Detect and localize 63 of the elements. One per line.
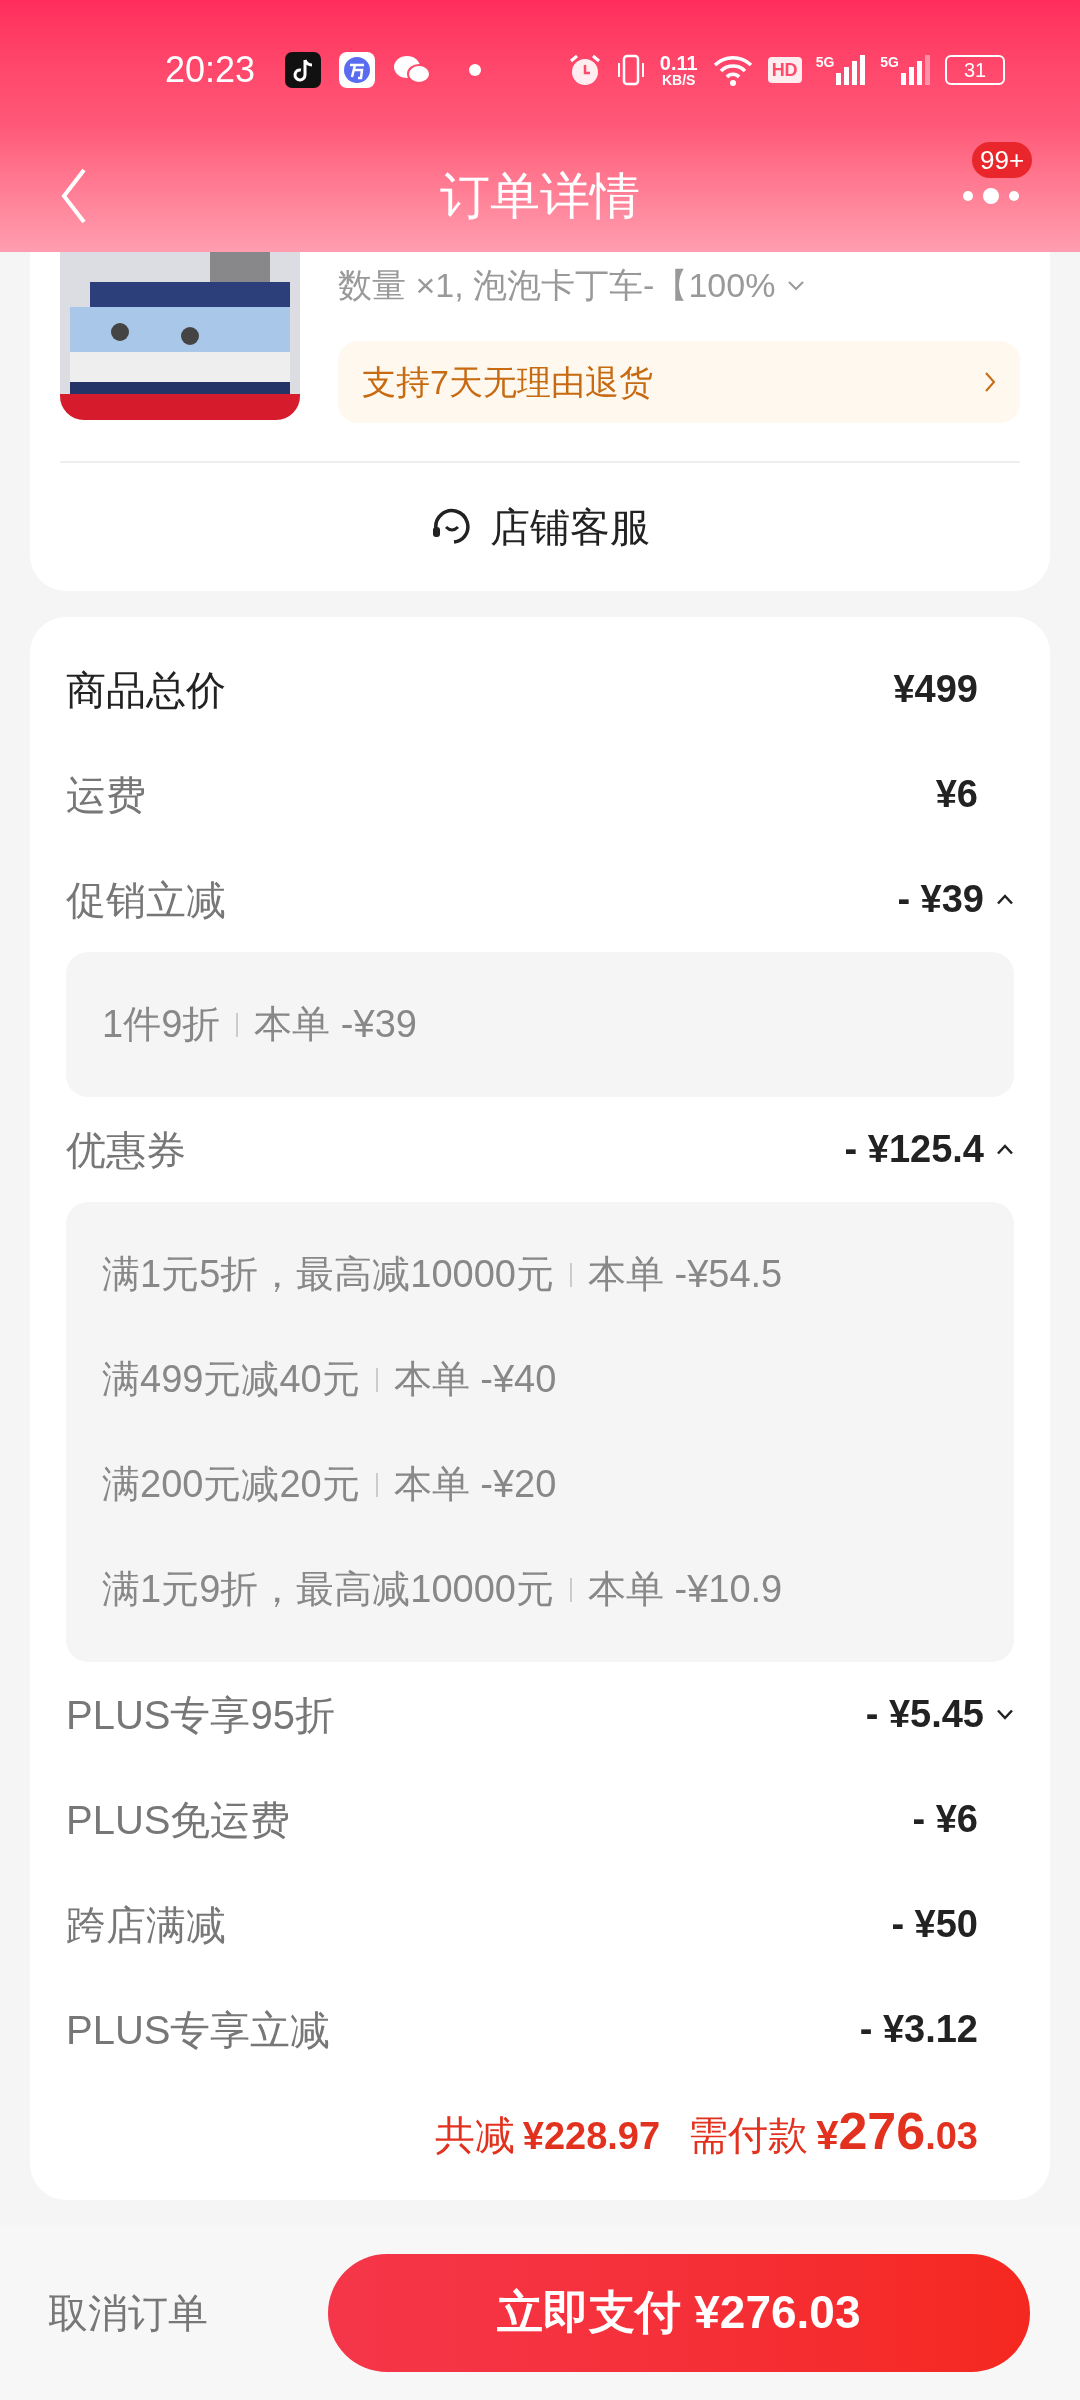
expand-toggle[interactable]: - ¥5.45	[865, 1686, 1014, 1743]
quantity-spec: 数量 ×1, 泡泡卡丁车-【100%	[338, 265, 776, 306]
price-label: 运费	[66, 771, 146, 819]
dot-icon	[469, 64, 482, 76]
price-label: PLUS专享立减	[66, 2006, 331, 2054]
price-label: 促销立减	[66, 876, 226, 924]
caret-icon	[996, 894, 1014, 905]
price-amount: ¥6	[935, 772, 978, 817]
saved-label: 共减	[434, 2112, 515, 2159]
price-label: 优惠券	[66, 1126, 186, 1174]
discount-amount: 本单 -¥10.9	[587, 1567, 783, 1612]
price-amount: - ¥39	[897, 877, 984, 922]
price-label: 商品总价	[66, 666, 226, 714]
expand-toggle[interactable]: - ¥39	[897, 871, 1014, 928]
more-icon[interactable]	[962, 186, 1020, 206]
discount-desc: 1件9折	[102, 1002, 221, 1047]
signal-icon	[901, 55, 931, 85]
chevron-down-icon[interactable]	[787, 279, 806, 292]
app-icon	[339, 52, 376, 88]
price-label: PLUS专享95折	[66, 1691, 335, 1739]
pay-now-button[interactable]: 立即支付 ¥276.03	[328, 2253, 1030, 2372]
discount-desc: 满200元减20元	[102, 1462, 360, 1507]
price-amount: - ¥5.45	[865, 1692, 984, 1737]
discount-desc: 满1元9折，最高减10000元	[102, 1567, 554, 1612]
page-title: 订单详情	[440, 166, 640, 226]
signal-icon	[836, 55, 867, 85]
network-type: 5G	[815, 55, 835, 69]
price-label: PLUS免运费	[66, 1796, 291, 1844]
price-amount: ¥499	[893, 667, 978, 712]
expand-toggle[interactable]: - ¥125.4	[844, 1121, 1014, 1178]
cancel-order-link[interactable]: 取消订单	[48, 2282, 208, 2343]
discount-amount: 本单 -¥40	[393, 1357, 557, 1402]
price-amount: - ¥3.12	[859, 2007, 978, 2052]
payable-amount: ¥276.03	[816, 2101, 978, 2162]
discount-desc: 满1元5折，最高减10000元	[102, 1252, 554, 1297]
music-note-icon	[285, 52, 322, 88]
return-policy-text: 支持7天无理由退货	[362, 361, 653, 403]
price-amount: - ¥50	[891, 1902, 978, 1947]
payable-label: 需付款	[688, 2112, 809, 2159]
discount-amount: 本单 -¥39	[254, 1002, 417, 1047]
vibrate-icon	[615, 53, 646, 87]
price-label: 跨店满减	[66, 1901, 226, 1949]
net-speed-unit: KB/S	[662, 73, 696, 87]
status-time: 20:23	[165, 48, 256, 92]
discount-amount: 本单 -¥20	[393, 1462, 557, 1507]
network-type: 5G	[880, 55, 899, 69]
return-policy-banner[interactable]: 支持7天无理由退货	[338, 341, 1020, 423]
price-amount: - ¥6	[912, 1797, 978, 1842]
notification-badge: 99+	[972, 142, 1033, 178]
back-icon[interactable]	[60, 167, 88, 225]
hd-badge: HD	[767, 57, 802, 83]
price-amount: - ¥125.4	[844, 1127, 984, 1172]
chevron-right-icon	[984, 371, 996, 393]
alarm-icon	[567, 53, 602, 87]
battery-indicator: 31	[945, 55, 1005, 85]
customer-service-button[interactable]: 店铺客服	[60, 463, 1020, 591]
caret-icon	[996, 1709, 1014, 1720]
wifi-icon	[711, 53, 754, 87]
saved-amount: ¥228.97	[522, 2114, 661, 2159]
discount-desc: 满499元减40元	[102, 1357, 360, 1402]
discount-amount: 本单 -¥54.5	[587, 1252, 783, 1297]
net-speed: 0.11	[659, 53, 698, 73]
caret-icon	[996, 1144, 1014, 1155]
